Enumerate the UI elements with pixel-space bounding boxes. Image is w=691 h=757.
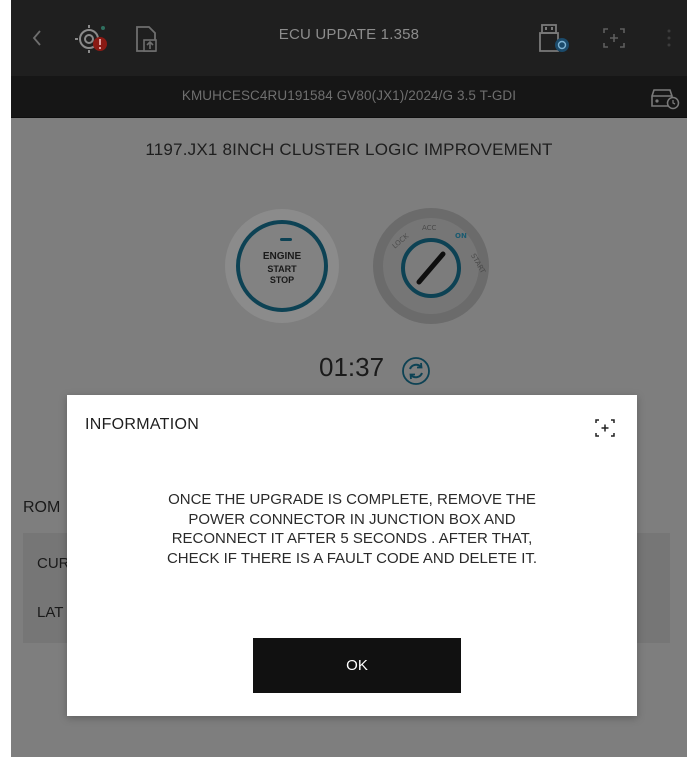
usb-device-icon[interactable] [535, 20, 573, 56]
expand-icon[interactable] [593, 417, 617, 439]
key-label-acc: ACC [422, 224, 437, 232]
rom-row-current: CUR [37, 555, 70, 572]
start-label: START [267, 264, 297, 274]
engine-indicator [280, 238, 292, 241]
engine-button-face: ENGINE START STOP [236, 220, 328, 312]
refresh-icon[interactable] [401, 356, 431, 386]
vehicle-status-icon[interactable] [648, 83, 682, 111]
dialog-message-line: CHECK IF THERE IS A FAULT CODE AND DELET… [166, 549, 538, 567]
header-bar: ECU UPDATE 1.358 [11, 0, 687, 76]
dialog-message-line: ONCE THE UPGRADE IS COMPLETE, REMOVE THE [168, 491, 536, 508]
dialog-title: INFORMATION [85, 416, 200, 433]
vehicle-info-bar: KMUHCESC4RU191584 GV80(JX1)/2024/G 3.5 T… [11, 76, 687, 118]
countdown-timer: 01:37 [319, 352, 385, 382]
ok-button[interactable]: OK [253, 638, 461, 693]
key-label-on: ON [455, 232, 467, 240]
app-screen: ECU UPDATE 1.358 KMUHCESC4RU191584 GV80(… [11, 0, 687, 757]
dialog-message: ONCE THE UPGRADE IS COMPLETE, REMOVE THE… [67, 490, 637, 568]
engine-label: ENGINE [262, 251, 302, 262]
expand-icon[interactable] [599, 24, 629, 52]
vehicle-info-text: KMUHCESC4RU191584 GV80(JX1)/2024/G 3.5 T… [181, 88, 517, 103]
stop-label: STOP [269, 275, 295, 285]
start-stop-label: START STOP [240, 264, 324, 286]
engine-start-stop-button[interactable]: ENGINE START STOP [225, 209, 339, 323]
dialog-message-line: POWER CONNECTOR IN JUNCTION BOX AND [188, 510, 516, 528]
rom-section-label: ROM [23, 499, 61, 516]
ignition-key-dial[interactable]: LOCK ACC ON START [373, 208, 489, 324]
information-dialog: INFORMATION ONCE THE UPGRADE IS COMPLETE… [67, 395, 637, 716]
page-title: ECU UPDATE 1.358 [278, 26, 420, 43]
more-icon[interactable] [661, 24, 677, 52]
rom-row-latest: LAT [37, 604, 64, 621]
ignition-key-graphic: LOCK ACC ON START [383, 218, 487, 314]
dialog-message-line: RECONNECT IT AFTER 5 SECONDS . AFTER THA… [171, 530, 533, 547]
update-heading: 1197.JX1 8INCH CLUSTER LOGIC IMPROVEMENT [145, 140, 553, 159]
